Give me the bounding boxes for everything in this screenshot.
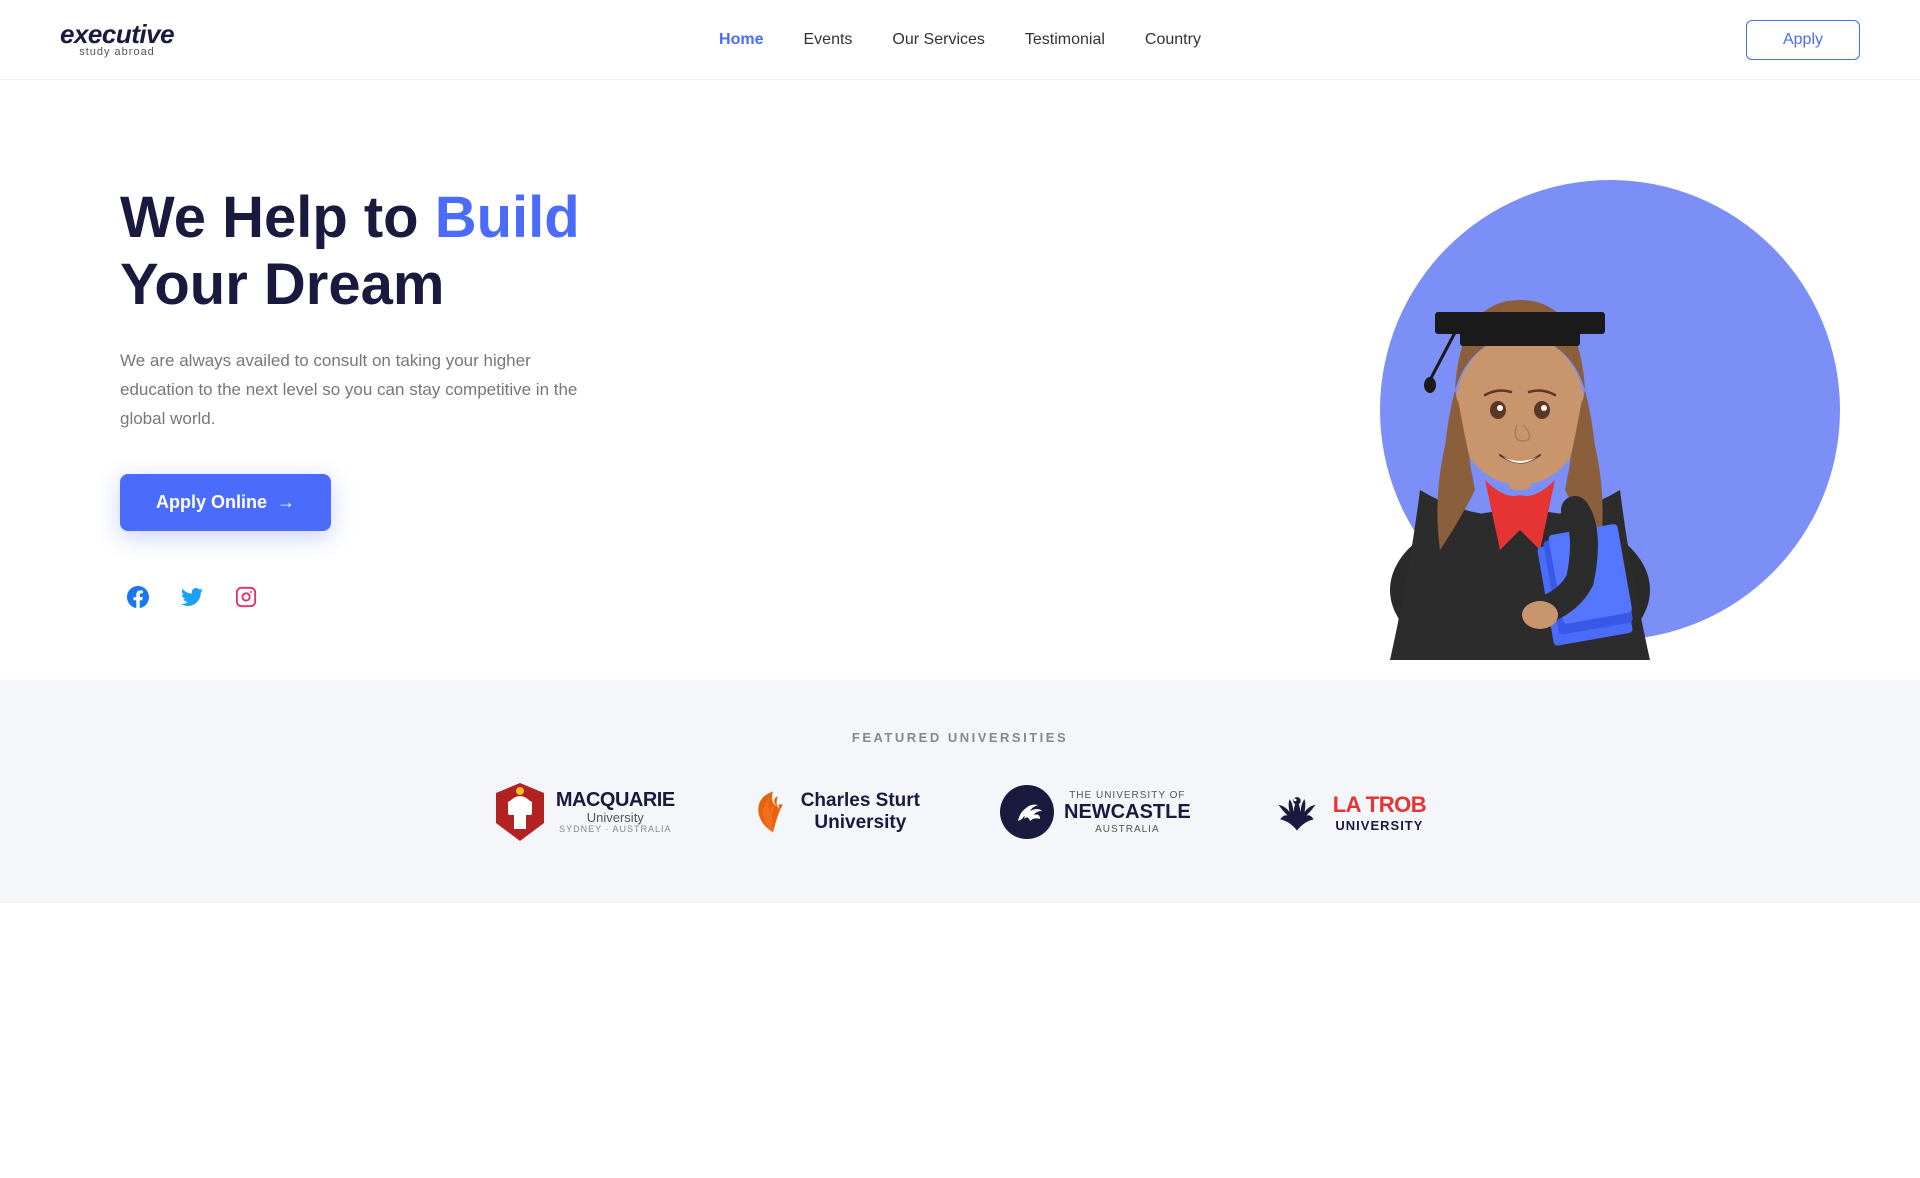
newcastle-icon (1000, 785, 1054, 839)
nav-item-country[interactable]: Country (1145, 31, 1201, 49)
newcastle-university-logo[interactable]: THE UNIVERSITY OF NEWCASTLE AUSTRALIA (1000, 785, 1191, 839)
twitter-icon[interactable] (174, 579, 210, 615)
navbar: executive study abroad Home Events Our S… (0, 0, 1920, 80)
nav-item-services[interactable]: Our Services (892, 31, 984, 49)
university-logos: MACQUARIE University SYDNEY · AUSTRALIA … (80, 781, 1840, 843)
apply-online-label: Apply Online (156, 492, 267, 513)
hero-title-prefix: We Help to (120, 185, 435, 250)
macquarie-university-logo[interactable]: MACQUARIE University SYDNEY · AUSTRALIA (494, 781, 675, 843)
hero-title: We Help to Build Your Dream (120, 185, 590, 318)
featured-label: FEATURED UNIVERSITIES (80, 730, 1840, 745)
nav-links: Home Events Our Services Testimonial Cou… (719, 31, 1201, 49)
newcastle-text: THE UNIVERSITY OF NEWCASTLE AUSTRALIA (1064, 790, 1191, 835)
apply-arrow-icon: → (277, 492, 295, 513)
latrobe-name: LA TROB (1333, 792, 1426, 818)
hero-graduate-image (1310, 170, 1730, 660)
latrobe-bird-icon (1271, 786, 1323, 838)
macquarie-text: MACQUARIE University SYDNEY · AUSTRALIA (556, 789, 675, 835)
charles-sturt-name-line1: Charles Sturt (801, 790, 920, 812)
facebook-icon[interactable] (120, 579, 156, 615)
macquarie-shield-icon (494, 781, 546, 843)
charles-sturt-text: Charles Sturt University (801, 790, 920, 834)
nav-item-home[interactable]: Home (719, 31, 763, 49)
social-links (120, 579, 590, 615)
latrobe-sub: UNIVERSITY (1333, 818, 1426, 833)
newcastle-main: NEWCASTLE (1064, 801, 1191, 824)
nav-item-testimonial[interactable]: Testimonial (1025, 31, 1105, 49)
hero-content: We Help to Build Your Dream We are alway… (120, 185, 590, 614)
nav-link-country[interactable]: Country (1145, 31, 1201, 48)
newcastle-top: THE UNIVERSITY OF (1064, 790, 1191, 801)
macquarie-sub: University (556, 811, 675, 825)
latrobe-text: LA TROB UNIVERSITY (1333, 792, 1426, 833)
hero-image-area (1240, 140, 1800, 660)
nav-link-testimonial[interactable]: Testimonial (1025, 31, 1105, 48)
logo-tagline: study abroad (60, 47, 174, 58)
nav-apply-button[interactable]: Apply (1746, 20, 1860, 60)
newcastle-bird-icon (1008, 793, 1046, 831)
macquarie-name: MACQUARIE (556, 789, 675, 811)
charles-sturt-university-logo[interactable]: Charles Sturt University (755, 788, 920, 836)
nav-link-events[interactable]: Events (804, 31, 853, 48)
charles-sturt-icon (755, 788, 791, 836)
nav-link-services[interactable]: Our Services (892, 31, 984, 48)
apply-online-button[interactable]: Apply Online → (120, 474, 331, 531)
macquarie-location: SYDNEY · AUSTRALIA (556, 825, 675, 835)
hero-section: We Help to Build Your Dream We are alway… (0, 80, 1920, 680)
nav-item-events[interactable]: Events (804, 31, 853, 49)
logo-name: executive (60, 21, 174, 47)
newcastle-location: AUSTRALIA (1064, 824, 1191, 835)
latrobe-university-logo[interactable]: LA TROB UNIVERSITY (1271, 786, 1426, 838)
hero-description: We are always availed to consult on taki… (120, 347, 590, 434)
nav-link-home[interactable]: Home (719, 31, 763, 48)
charles-sturt-name-line2: University (801, 812, 920, 834)
hero-title-highlight: Build (435, 185, 580, 250)
logo[interactable]: executive study abroad (60, 21, 174, 58)
instagram-icon[interactable] (228, 579, 264, 615)
hero-title-suffix: Your Dream (120, 252, 444, 317)
featured-universities-section: FEATURED UNIVERSITIES MACQUARIE Universi… (0, 680, 1920, 903)
